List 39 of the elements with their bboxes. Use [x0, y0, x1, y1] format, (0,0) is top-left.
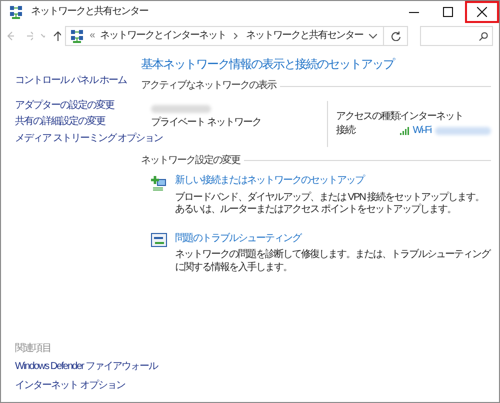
- sidebar-link[interactable]: Windows Defender ファイアウォール: [15, 361, 158, 374]
- network-type: プライベート ネットワーク: [151, 116, 262, 129]
- related-heading: 関連項目: [15, 342, 52, 355]
- address-bar[interactable]: « ネットワークとインターネット ネットワークと共有センター: [64, 26, 408, 46]
- window-title: ネットワークと共有センター: [31, 6, 148, 18]
- troubleshoot-icon: [151, 232, 167, 246]
- task-link[interactable]: 問題のトラブルシューティング: [175, 232, 301, 245]
- network-icon: [9, 6, 23, 18]
- task-link[interactable]: 新しい接続またはネットワークのセットアップ: [175, 175, 364, 188]
- wifi-link[interactable]: Wi-Fi: [412, 125, 432, 138]
- sidebar-link[interactable]: アダプターの設定の変更: [15, 100, 114, 112]
- access-label: アクセスの種類:: [336, 110, 400, 123]
- sidebar-link[interactable]: インターネット オプション: [15, 380, 125, 392]
- network-icon: [70, 30, 84, 42]
- search-field[interactable]: [420, 26, 493, 46]
- up-icon[interactable]: [53, 31, 61, 41]
- task-description: ネットワークの問題を診断して修復します。または、トラブルシューティングに関する情報を入手します。: [175, 249, 491, 274]
- overflow-chevron[interactable]: «: [90, 30, 94, 42]
- maximize-icon: [443, 7, 453, 17]
- close-button[interactable]: [465, 1, 499, 23]
- blurred-text: [435, 127, 491, 136]
- refresh-icon[interactable]: [390, 31, 401, 41]
- chevron-icon: [234, 33, 238, 39]
- sidebar-link[interactable]: メディア ストリーミング オプション: [15, 132, 163, 145]
- network-setup-icon: [151, 175, 167, 191]
- close-icon: [477, 7, 487, 17]
- dropdown-icon[interactable]: [369, 34, 378, 38]
- breadcrumb-link[interactable]: ネットワークとインターネット: [100, 30, 226, 42]
- section-heading: アクティブなネットワークの表示: [141, 80, 276, 92]
- page-heading: 基本ネットワーク情報の表示と接続のセットアップ: [141, 57, 396, 72]
- task-description: ブロードバンド、ダイヤルアップ、または VPN 接続をセットアップします。あるいは、ルーターまたはアクセス ポイントをセットアップします。: [175, 192, 486, 216]
- sidebar-link[interactable]: コントロール パネル ホーム: [15, 75, 127, 88]
- section-heading: ネットワーク設定の変更: [141, 154, 240, 167]
- connection-label: 接続:: [336, 125, 357, 138]
- breadcrumb-link[interactable]: ネットワークと共有センター: [246, 30, 364, 42]
- sidebar-link[interactable]: 共有の詳細設定の変更: [15, 116, 105, 128]
- signal-icon: [400, 127, 409, 136]
- blurred-text: [151, 104, 211, 112]
- search-icon: [479, 32, 488, 40]
